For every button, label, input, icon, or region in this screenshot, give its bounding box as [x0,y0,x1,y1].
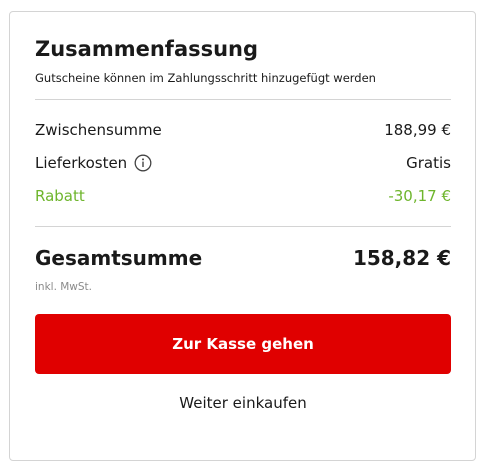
subtotal-row: Zwischensumme 188,99 € [35,119,451,141]
divider [35,226,451,227]
checkout-button[interactable]: Zur Kasse gehen [35,314,451,374]
continue-shopping-link[interactable]: Weiter einkaufen [35,394,451,412]
discount-value: -30,17 € [388,187,451,205]
total-value: 158,82 € [352,246,451,270]
shipping-value: Gratis [406,154,451,172]
order-summary-card: Zusammenfassung Gutscheine können im Zah… [9,11,476,461]
shipping-label-group: Lieferkosten [35,154,152,172]
total-label: Gesamtsumme [35,246,203,270]
divider [35,99,451,100]
discount-label: Rabatt [35,187,85,205]
discount-row: Rabatt -30,17 € [35,185,451,207]
info-icon[interactable] [134,154,152,172]
shipping-row: Lieferkosten Gratis [35,152,451,174]
tax-note: inkl. MwSt. [35,281,93,293]
subtotal-label: Zwischensumme [35,121,162,139]
total-row: Gesamtsumme 158,82 € [35,246,451,270]
subtotal-value: 188,99 € [384,121,451,139]
shipping-label: Lieferkosten [35,154,128,172]
voucher-hint: Gutscheine können im Zahlungsschritt hin… [35,71,376,85]
summary-title: Zusammenfassung [35,37,259,61]
